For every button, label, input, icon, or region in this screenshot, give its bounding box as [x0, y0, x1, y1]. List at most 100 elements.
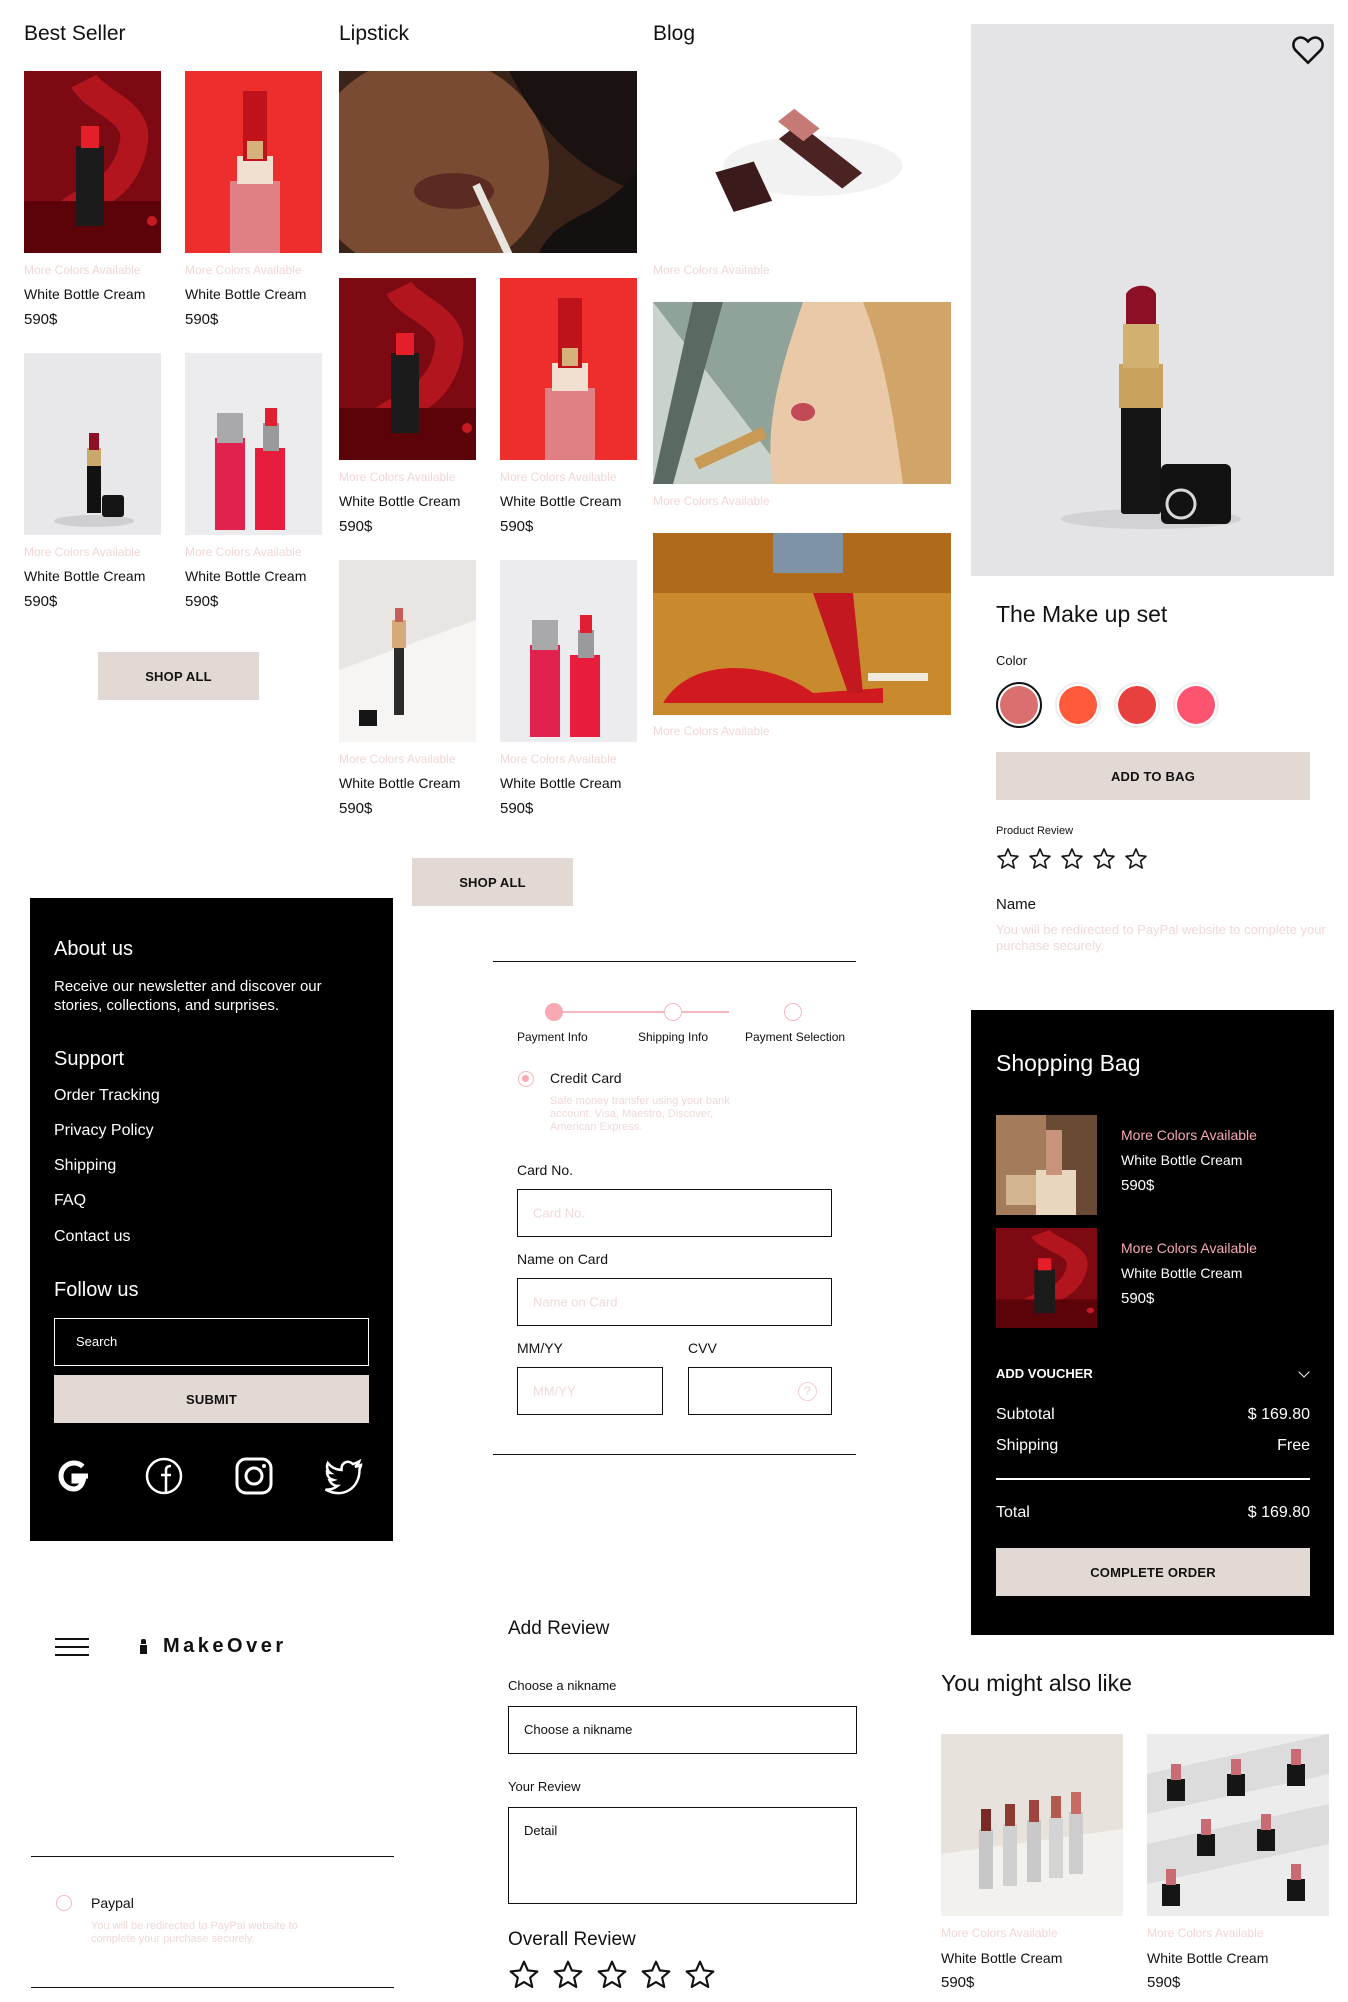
product-name[interactable]: White Bottle Cream [500, 775, 621, 791]
color-swatch[interactable] [1173, 682, 1219, 728]
product-name[interactable]: White Bottle Cream [339, 775, 460, 791]
instagram-icon[interactable] [234, 1456, 274, 1496]
product-image[interactable] [500, 278, 637, 460]
name-on-card-label: Name on Card [517, 1251, 609, 1267]
product-image[interactable] [185, 71, 322, 253]
product-price: 590$ [185, 311, 219, 328]
best-seller-title: Best Seller [24, 22, 126, 45]
product-image[interactable] [24, 71, 161, 253]
subtotal-value: $ 169.80 [1247, 1406, 1310, 1423]
your-review-label: Your Review [508, 1779, 581, 1794]
product-image[interactable] [500, 560, 637, 742]
google-icon[interactable] [54, 1456, 94, 1496]
color-swatch[interactable] [1055, 682, 1101, 728]
product-name[interactable]: White Bottle Cream [1147, 1950, 1268, 1966]
product-name[interactable]: White Bottle Cream [500, 493, 621, 509]
shop-all-button[interactable]: SHOP ALL [412, 858, 573, 906]
also-like-title: You might also like [941, 1670, 1132, 1696]
star-icon[interactable] [1124, 847, 1148, 876]
star-icon[interactable] [1028, 847, 1052, 876]
hamburger-menu-icon[interactable] [55, 1638, 89, 1658]
step-dot[interactable] [784, 1003, 802, 1021]
name-note: You will be redirected to PayPal website… [996, 922, 1326, 953]
submit-button[interactable]: SUBMIT [54, 1375, 369, 1423]
card-no-label: Card No. [517, 1162, 574, 1178]
product-image[interactable] [339, 278, 476, 460]
star-icon[interactable] [508, 1959, 540, 1996]
card-no-input[interactable]: Card No. [517, 1189, 832, 1237]
product-detail-image[interactable] [971, 24, 1334, 576]
brand-name[interactable]: MakeOver [163, 1635, 287, 1658]
facebook-icon[interactable] [144, 1456, 184, 1496]
shopping-bag-title: Shopping Bag [996, 1050, 1141, 1076]
blog-image[interactable] [653, 71, 951, 253]
product-name[interactable]: White Bottle Cream [24, 286, 145, 302]
review-value: Detail [524, 1823, 558, 1838]
expiry-input[interactable]: MM/YY [517, 1367, 663, 1415]
twitter-icon[interactable] [324, 1456, 364, 1496]
product-image[interactable] [1147, 1734, 1329, 1916]
footer-link-contact-us[interactable]: Contact us [54, 1228, 130, 1246]
add-voucher-toggle[interactable]: ADD VOUCHER [996, 1365, 1310, 1385]
cvv-input[interactable]: ? [688, 1367, 832, 1415]
star-icon[interactable] [996, 847, 1020, 876]
name-on-card-input[interactable]: Name on Card [517, 1278, 832, 1326]
more-colors-label: More Colors Available [653, 263, 770, 277]
star-icon[interactable] [640, 1959, 672, 1996]
star-icon[interactable] [596, 1959, 628, 1996]
support-title: Support [54, 1048, 125, 1070]
heart-icon[interactable] [1291, 34, 1325, 66]
bag-item-name[interactable]: White Bottle Cream [1121, 1265, 1242, 1281]
overall-review-stars[interactable] [508, 1959, 715, 1996]
product-name[interactable]: White Bottle Cream [24, 568, 145, 584]
complete-order-button[interactable]: COMPLETE ORDER [996, 1548, 1310, 1596]
product-image[interactable] [941, 1734, 1123, 1916]
step-dot[interactable] [664, 1003, 682, 1021]
product-name[interactable]: White Bottle Cream [185, 286, 306, 302]
more-colors-label: More Colors Available [24, 263, 141, 277]
nickname-input[interactable]: Choose a nikname [508, 1706, 857, 1754]
star-icon[interactable] [684, 1959, 716, 1996]
paypal-radio[interactable] [56, 1895, 72, 1911]
add-to-bag-button[interactable]: ADD TO BAG [996, 752, 1310, 800]
product-image[interactable] [24, 353, 161, 535]
color-swatch[interactable] [996, 682, 1042, 728]
more-colors-label: More Colors Available [339, 752, 456, 766]
chevron-down-icon [1298, 1366, 1310, 1378]
bag-item-image[interactable] [996, 1228, 1097, 1328]
bag-item-image[interactable] [996, 1115, 1097, 1215]
star-icon[interactable] [1060, 847, 1084, 876]
blog-image[interactable] [653, 533, 951, 715]
footer-link-privacy-policy[interactable]: Privacy Policy [54, 1122, 154, 1140]
step-label[interactable]: Payment Info [517, 1030, 588, 1044]
product-name[interactable]: White Bottle Cream [185, 568, 306, 584]
step-label[interactable]: Shipping Info [638, 1030, 708, 1044]
star-icon[interactable] [1092, 847, 1116, 876]
bag-item-name[interactable]: White Bottle Cream [1121, 1152, 1242, 1168]
footer-link-faq[interactable]: FAQ [54, 1192, 86, 1210]
star-icon[interactable] [552, 1959, 584, 1996]
product-name[interactable]: White Bottle Cream [941, 1950, 1062, 1966]
hero-image[interactable] [339, 71, 637, 253]
newsletter-search-input[interactable]: Search [54, 1318, 369, 1366]
product-image[interactable] [185, 353, 322, 535]
review-textarea[interactable]: Detail [508, 1807, 857, 1904]
footer-link-shipping[interactable]: Shipping [54, 1157, 116, 1175]
help-icon[interactable]: ? [798, 1382, 817, 1401]
product-name[interactable]: White Bottle Cream [339, 493, 460, 509]
blog-image[interactable] [653, 302, 951, 484]
product-detail-title: The Make up set [996, 601, 1168, 627]
lipstick-title: Lipstick [339, 22, 410, 45]
color-swatch[interactable] [1114, 682, 1160, 728]
step-label[interactable]: Payment Selection [745, 1030, 845, 1044]
footer-link-order-tracking[interactable]: Order Tracking [54, 1087, 160, 1105]
more-colors-label: More Colors Available [941, 1926, 1058, 1940]
step-dot-active[interactable] [545, 1003, 563, 1021]
shop-all-button[interactable]: SHOP ALL [98, 652, 259, 700]
review-stars[interactable] [996, 847, 1156, 871]
product-image[interactable] [339, 560, 476, 742]
paypal-label[interactable]: Paypal [91, 1895, 134, 1911]
credit-card-radio[interactable] [518, 1071, 534, 1087]
credit-card-label[interactable]: Credit Card [550, 1070, 622, 1086]
card-no-placeholder: Card No. [533, 1205, 586, 1221]
